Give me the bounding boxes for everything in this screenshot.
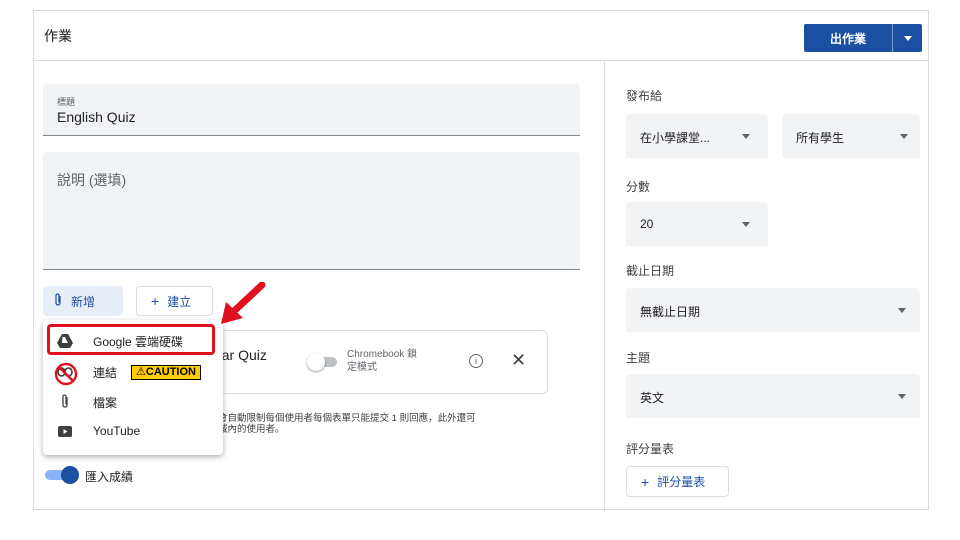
description-field[interactable]: 說明 (選填)	[43, 152, 580, 270]
assign-dropdown-button[interactable]	[892, 24, 922, 52]
points-select[interactable]: 20	[626, 202, 768, 246]
create-button-label: 建立	[167, 294, 192, 309]
chevron-down-icon	[898, 394, 906, 399]
title-field-value: English Quiz	[57, 109, 136, 125]
due-date-label: 截止日期	[626, 264, 675, 278]
import-note-line-1: 匯入功能會自動限制每個使用者每個表單只能提交 1 則回應，此外還可	[180, 413, 476, 424]
menu-item-youtube-label: YouTube	[93, 424, 141, 438]
rubric-label: 評分量表	[626, 442, 675, 456]
add-button[interactable]: 新增	[43, 286, 123, 316]
create-button[interactable]: + 建立	[136, 286, 213, 316]
points-label: 分數	[626, 180, 651, 194]
info-icon[interactable]: i	[469, 354, 483, 368]
red-arrow-icon	[221, 282, 266, 324]
chevron-down-icon	[903, 35, 912, 41]
description-placeholder: 說明 (選填)	[57, 172, 127, 188]
students-select-value: 所有學生	[796, 131, 845, 145]
menu-item-youtube[interactable]: YouTube	[43, 416, 223, 446]
import-note: 匯入功能會自動限制每個使用者每個表單只能提交 1 則回應，此外還可 限制為網域內…	[180, 413, 550, 435]
add-button-label: 新增	[71, 294, 96, 309]
due-date-select[interactable]: 無截止日期	[626, 288, 920, 332]
panel-divider	[604, 61, 605, 511]
page-title: 作業	[44, 28, 72, 44]
chevron-down-icon	[900, 134, 908, 139]
assign-to-label: 發布給	[626, 89, 663, 103]
title-field-label: 標題	[57, 97, 76, 107]
youtube-icon	[57, 423, 73, 439]
highlight-box	[47, 324, 215, 355]
top-bar: 作業 出作業	[34, 11, 928, 61]
prohibited-icon	[54, 362, 78, 386]
paperclip-icon	[53, 292, 63, 310]
paperclip-icon	[57, 394, 73, 410]
caution-badge: ⚠CAUTION	[131, 364, 201, 380]
menu-item-file[interactable]: 檔案	[43, 387, 223, 417]
import-note-line-2: 限制為網域內的使用者。	[180, 424, 285, 435]
import-grades-label: 匯入成績	[85, 470, 134, 484]
title-field[interactable]: 標題 English Quiz	[43, 84, 580, 136]
class-select[interactable]: 在小學課堂...	[626, 114, 768, 158]
chevron-down-icon	[742, 134, 750, 139]
add-rubric-button[interactable]: + 評分量表	[626, 466, 729, 497]
chromebook-lock-toggle[interactable]	[307, 353, 337, 371]
plus-icon: +	[641, 473, 650, 490]
due-date-select-value: 無截止日期	[640, 305, 701, 319]
chevron-down-icon	[742, 222, 750, 227]
topic-select[interactable]: 英文	[626, 374, 920, 418]
chevron-down-icon	[898, 308, 906, 313]
topic-select-value: 英文	[640, 391, 665, 405]
menu-item-file-label: 檔案	[93, 395, 118, 410]
chromebook-lock-label: Chromebook 鎖定模式	[347, 349, 418, 373]
assign-button[interactable]: 出作業	[804, 24, 892, 52]
plus-icon: +	[151, 293, 160, 309]
close-icon[interactable]: ✕	[511, 350, 526, 371]
students-select[interactable]: 所有學生	[782, 114, 920, 158]
points-select-value: 20	[640, 217, 654, 231]
topic-label: 主題	[626, 351, 651, 365]
import-grades-toggle[interactable]	[45, 466, 79, 484]
menu-item-link-label: 連結	[93, 365, 118, 380]
add-rubric-button-label: 評分量表	[657, 475, 706, 489]
attachment-card[interactable]: rammar Quiz 單 Chromebook 鎖定模式 i ✕	[180, 330, 548, 394]
class-select-value: 在小學課堂...	[640, 131, 711, 145]
